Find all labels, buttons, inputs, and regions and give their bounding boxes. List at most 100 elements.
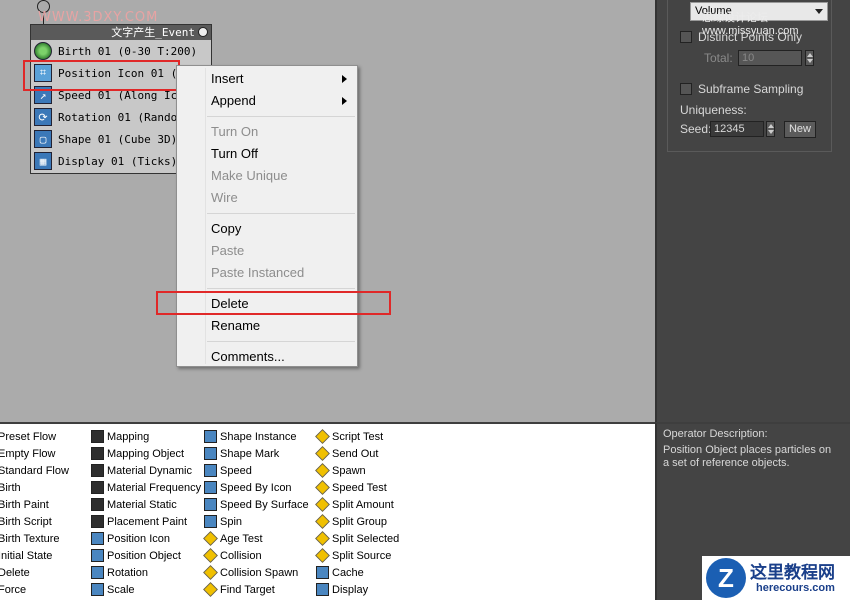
subframe-sampling-checkbox[interactable] xyxy=(680,83,692,95)
depot-item[interactable]: Material Dynamic xyxy=(91,462,201,479)
depot-item[interactable]: Collision xyxy=(203,547,309,564)
operator-diamond-icon xyxy=(203,548,218,563)
depot-item[interactable]: Split Group xyxy=(315,513,399,530)
depot-item[interactable]: Speed By Icon xyxy=(204,479,309,496)
depot-item[interactable]: Rotation xyxy=(91,564,201,581)
depot-item-label: Delete xyxy=(0,566,30,579)
depot-item[interactable]: Birth Script xyxy=(0,513,69,530)
menu-item-label: Rename xyxy=(211,318,261,333)
seed-input[interactable]: 12345 xyxy=(710,121,764,137)
menu-item-label: Insert xyxy=(211,71,244,86)
operator-diamond-icon xyxy=(315,531,330,546)
depot-item[interactable]: Display xyxy=(316,581,399,598)
distinct-points-checkbox[interactable] xyxy=(680,31,692,43)
depot-item[interactable]: Speed By Surface xyxy=(204,496,309,513)
depot-item[interactable]: Split Source xyxy=(315,547,399,564)
operator-blue-icon xyxy=(204,447,217,460)
depot-item-label: Split Selected xyxy=(332,532,400,545)
depot-item[interactable]: Spin xyxy=(204,513,309,530)
event-light-icon[interactable] xyxy=(198,27,208,37)
depot-item[interactable]: Material Static xyxy=(91,496,201,513)
menu-item-insert[interactable]: Insert xyxy=(177,68,357,90)
depot-item-label: Rotation xyxy=(107,566,148,579)
menu-item-turn-off[interactable]: Turn Off xyxy=(177,143,357,165)
depot-item-label: Split Group xyxy=(332,515,388,528)
depot-item[interactable]: Empty Flow xyxy=(0,445,69,462)
depot-item[interactable]: Birth xyxy=(0,479,69,496)
depot-item-label: Find Target xyxy=(220,583,275,596)
depot-item[interactable]: Send Out xyxy=(315,445,399,462)
operator-dark-icon xyxy=(91,515,104,528)
description-title: Operator Description: xyxy=(663,428,768,440)
menu-item-label: Append xyxy=(211,93,256,108)
menu-item-paste-instanced: Paste Instanced xyxy=(177,262,357,284)
position-object-rollout: Volume 思缘设计论坛 www.missyuan.com Distinct … xyxy=(667,0,832,152)
logo-mark-icon: Z xyxy=(706,558,746,598)
particle-view-canvas[interactable]: WWW.3DXY.COM 文字产生_Event Birth 01 (0-30 T… xyxy=(0,0,655,422)
depot-item-label: Send Out xyxy=(332,447,379,460)
depot-item[interactable]: Split Selected xyxy=(315,530,400,547)
birth-icon xyxy=(34,42,52,60)
menu-item-label: Make Unique xyxy=(211,168,288,183)
menu-item-label: Turn Off xyxy=(211,146,258,161)
depot-item[interactable]: Standard Flow xyxy=(0,462,69,479)
submenu-arrow-icon xyxy=(342,97,347,105)
context-menu-separator xyxy=(207,213,355,214)
depot-item[interactable]: Birth Paint xyxy=(0,496,69,513)
depot-item[interactable]: Scale xyxy=(91,581,201,598)
depot-item[interactable]: Shape Instance xyxy=(204,428,309,445)
depot-item[interactable]: Shape Mark xyxy=(204,445,309,462)
depot-item[interactable]: Material Frequency xyxy=(91,479,201,496)
highlight-delete xyxy=(156,291,391,315)
menu-item-label: Wire xyxy=(211,190,238,205)
operator-dark-icon xyxy=(91,447,104,460)
highlight-position-icon xyxy=(23,60,180,91)
depot-item-label: Placement Paint xyxy=(107,515,188,528)
depot-item[interactable]: Delete xyxy=(0,564,69,581)
depot-item[interactable]: Script Test xyxy=(315,428,399,445)
depot-item-label: Display xyxy=(332,583,369,596)
depot-item[interactable]: Birth Texture xyxy=(0,530,69,547)
operator-blue-icon xyxy=(91,532,104,545)
menu-item-rename[interactable]: Rename xyxy=(177,315,357,337)
depot-item[interactable]: Mapping Object xyxy=(91,445,201,462)
menu-item-paste: Paste xyxy=(177,240,357,262)
operator-blue-icon xyxy=(91,549,104,562)
operator-diamond-icon xyxy=(315,446,330,461)
depot-item[interactable]: Initial State xyxy=(0,547,69,564)
event-operator-row[interactable]: Birth 01 (0-30 T:200) xyxy=(31,40,211,62)
seed-spinner[interactable] xyxy=(766,121,775,137)
total-input[interactable]: 10 xyxy=(738,50,802,66)
menu-item-append[interactable]: Append xyxy=(177,90,357,112)
depot-item[interactable]: Position Object xyxy=(91,547,201,564)
operator-diamond-icon xyxy=(203,582,218,597)
depot-item[interactable]: Spawn xyxy=(315,462,399,479)
depot-item[interactable]: Age Test xyxy=(203,530,309,547)
new-seed-button[interactable]: New xyxy=(784,121,816,138)
context-menu-separator xyxy=(207,288,355,289)
event-operator-label: Birth 01 (0-30 T:200) xyxy=(58,44,198,58)
parameters-panel: Volume 思缘设计论坛 www.missyuan.com Distinct … xyxy=(655,0,850,422)
context-menu-separator xyxy=(207,116,355,117)
depot-item[interactable]: Find Target xyxy=(203,581,309,598)
depot-item[interactable]: Force xyxy=(0,581,69,598)
operator-blue-icon xyxy=(204,515,217,528)
event-title-label: 文字产生_Event xyxy=(111,26,195,39)
menu-item-copy[interactable]: Copy xyxy=(177,218,357,240)
logo-title: 这里教程网 xyxy=(750,563,835,583)
depot-item[interactable]: Speed xyxy=(204,462,309,479)
depot-item[interactable]: Placement Paint xyxy=(91,513,201,530)
menu-item-comments[interactable]: Comments... xyxy=(177,346,357,368)
depot-item[interactable]: Speed Test xyxy=(315,479,399,496)
depot-item[interactable]: Cache xyxy=(316,564,399,581)
depot-item[interactable]: Split Amount xyxy=(315,496,399,513)
submenu-arrow-icon xyxy=(342,75,347,83)
event-title[interactable]: 文字产生_Event xyxy=(31,25,211,40)
depot-item-label: Material Static xyxy=(107,498,177,511)
depot-item[interactable]: Preset Flow xyxy=(0,428,69,445)
depot-item[interactable]: Position Icon xyxy=(91,530,201,547)
total-spinner[interactable] xyxy=(805,50,814,66)
depot-item[interactable]: Mapping xyxy=(91,428,201,445)
depot-item-label: Mapping xyxy=(107,430,150,443)
depot-item[interactable]: Collision Spawn xyxy=(203,564,309,581)
